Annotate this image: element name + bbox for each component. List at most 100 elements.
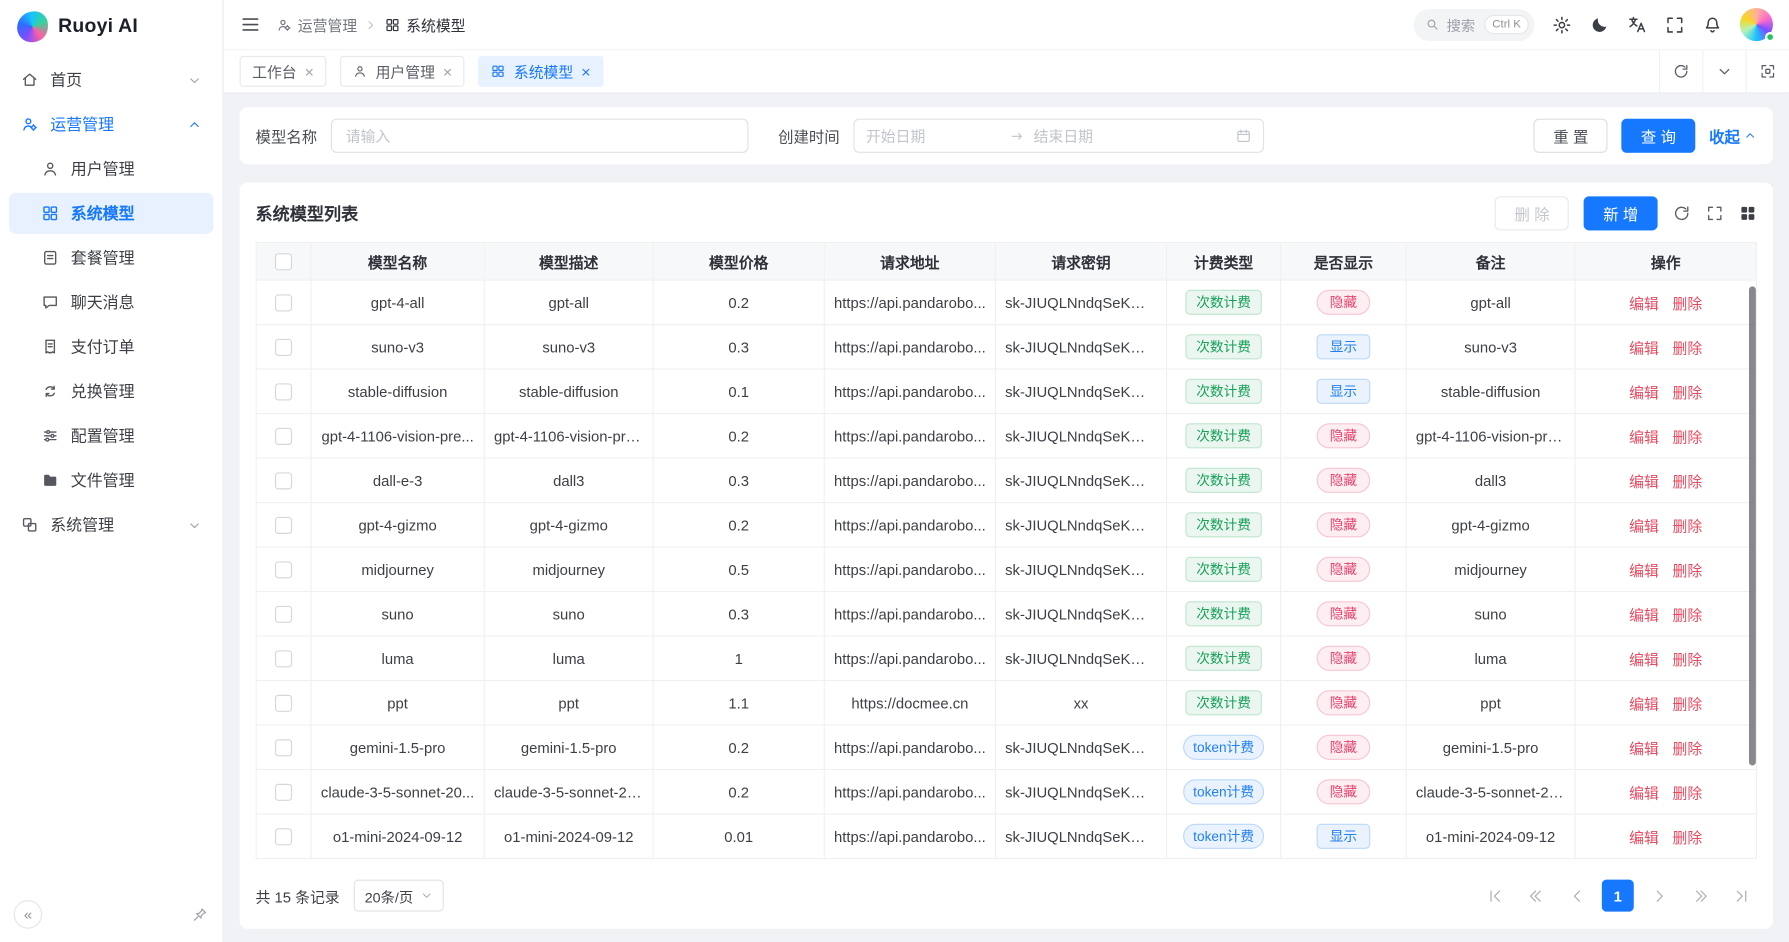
- cell-url: https://api.pandarobo...: [824, 725, 995, 769]
- delete-link[interactable]: 删除: [1673, 384, 1703, 401]
- start-date-input[interactable]: [866, 127, 1001, 144]
- edit-link[interactable]: 编辑: [1629, 651, 1659, 668]
- sidebar-section-system-management[interactable]: 系统管理: [9, 504, 213, 545]
- first-page-button[interactable]: [1479, 880, 1511, 912]
- add-button[interactable]: 新 增: [1584, 196, 1658, 230]
- delete-button[interactable]: 删 除: [1495, 196, 1569, 230]
- tab-menu-button[interactable]: [1702, 50, 1745, 92]
- row-checkbox[interactable]: [275, 561, 292, 578]
- tab-refresh-button[interactable]: [1659, 50, 1702, 92]
- delete-link[interactable]: 删除: [1673, 517, 1703, 534]
- select-all-checkbox[interactable]: [275, 253, 292, 270]
- edit-link[interactable]: 编辑: [1629, 740, 1659, 757]
- row-checkbox[interactable]: [275, 472, 292, 489]
- delete-link[interactable]: 删除: [1673, 695, 1703, 712]
- fast-next-button[interactable]: [1684, 880, 1716, 912]
- fast-prev-button[interactable]: [1520, 880, 1552, 912]
- pin-icon[interactable]: [192, 905, 209, 922]
- row-checkbox[interactable]: [275, 427, 292, 444]
- edit-link[interactable]: 编辑: [1629, 562, 1659, 579]
- sidebar-item-exchange-management[interactable]: 兑换管理: [9, 371, 213, 412]
- delete-link[interactable]: 删除: [1673, 651, 1703, 668]
- cell-url: https://api.pandarobo...: [824, 458, 995, 502]
- delete-link[interactable]: 删除: [1673, 829, 1703, 846]
- row-checkbox[interactable]: [275, 383, 292, 400]
- next-page-button[interactable]: [1643, 880, 1675, 912]
- tab-workbench[interactable]: 工作台×: [240, 56, 327, 87]
- delete-link[interactable]: 删除: [1673, 740, 1703, 757]
- page-number-button[interactable]: 1: [1602, 880, 1634, 912]
- date-range-picker[interactable]: [853, 119, 1264, 153]
- edit-link[interactable]: 编辑: [1629, 339, 1659, 356]
- refresh-icon[interactable]: [1673, 204, 1691, 222]
- sidebar-item-file-management[interactable]: 文件管理: [9, 460, 213, 501]
- row-checkbox[interactable]: [275, 294, 292, 311]
- edit-link[interactable]: 编辑: [1629, 606, 1659, 623]
- delete-link[interactable]: 删除: [1673, 428, 1703, 445]
- model-name-input[interactable]: [331, 119, 749, 153]
- avatar[interactable]: [1740, 8, 1773, 41]
- bell-icon[interactable]: [1702, 14, 1723, 35]
- delete-link[interactable]: 删除: [1673, 562, 1703, 579]
- edit-link[interactable]: 编辑: [1629, 517, 1659, 534]
- row-checkbox[interactable]: [275, 828, 292, 845]
- row-checkbox[interactable]: [275, 650, 292, 667]
- collapse-filter-link[interactable]: 收起: [1709, 124, 1757, 147]
- tab-close-icon[interactable]: ×: [581, 63, 590, 79]
- edit-link[interactable]: 编辑: [1629, 295, 1659, 312]
- row-checkbox[interactable]: [275, 694, 292, 711]
- tab-user-management[interactable]: 用户管理 ×: [340, 56, 465, 87]
- edit-link[interactable]: 编辑: [1629, 829, 1659, 846]
- end-date-input[interactable]: [1034, 127, 1169, 144]
- delete-link[interactable]: 删除: [1673, 606, 1703, 623]
- search-input[interactable]: 搜索 Ctrl K: [1414, 9, 1535, 41]
- row-checkbox[interactable]: [275, 739, 292, 756]
- gear-icon[interactable]: [1552, 14, 1573, 35]
- breadcrumb-item-operations-management[interactable]: 运营管理: [276, 14, 357, 36]
- column-settings-icon[interactable]: [1739, 204, 1757, 222]
- create-time-filter: 创建时间: [778, 119, 1264, 153]
- sidebar-item-system-model[interactable]: 系统模型: [9, 193, 213, 234]
- edit-link[interactable]: 编辑: [1629, 428, 1659, 445]
- hamburger-icon[interactable]: [240, 14, 262, 36]
- row-checkbox[interactable]: [275, 516, 292, 533]
- cell-url: https://api.pandarobo...: [824, 770, 995, 814]
- last-page-button[interactable]: [1725, 880, 1757, 912]
- sidebar-item-package-management[interactable]: 套餐管理: [9, 237, 213, 278]
- row-checkbox[interactable]: [275, 783, 292, 800]
- tab-system-model[interactable]: 系统模型×: [479, 56, 604, 87]
- sidebar-item-config-management[interactable]: 配置管理: [9, 415, 213, 456]
- translate-icon[interactable]: [1627, 14, 1648, 35]
- moon-icon[interactable]: [1589, 14, 1610, 35]
- delete-link[interactable]: 删除: [1673, 295, 1703, 312]
- sidebar-item-user-management[interactable]: 用户管理: [9, 148, 213, 189]
- reset-button[interactable]: 重 置: [1534, 119, 1608, 153]
- tab-close-icon[interactable]: ×: [443, 63, 452, 79]
- expand-icon[interactable]: [1706, 204, 1724, 222]
- delete-link[interactable]: 删除: [1673, 784, 1703, 801]
- sidebar-section-home[interactable]: 首页: [9, 59, 213, 100]
- edit-link[interactable]: 编辑: [1629, 695, 1659, 712]
- row-checkbox[interactable]: [275, 338, 292, 355]
- content-fullscreen-button[interactable]: [1746, 50, 1789, 92]
- edit-link[interactable]: 编辑: [1629, 384, 1659, 401]
- brand[interactable]: Ruoyi AI: [0, 0, 222, 52]
- tab-label: 用户管理: [376, 60, 435, 82]
- prev-page-button[interactable]: [1561, 880, 1593, 912]
- fullscreen-icon[interactable]: [1665, 14, 1686, 35]
- delete-link[interactable]: 删除: [1673, 339, 1703, 356]
- edit-link[interactable]: 编辑: [1629, 473, 1659, 490]
- breadcrumb-item-system-model[interactable]: 系统模型: [385, 14, 466, 36]
- sidebar-section-operations-management[interactable]: 运营管理: [9, 104, 213, 145]
- query-button[interactable]: 查 询: [1621, 119, 1695, 153]
- row-checkbox[interactable]: [275, 605, 292, 622]
- scrollbar-thumb[interactable]: [1749, 286, 1756, 765]
- breadcrumb-label: 运营管理: [298, 14, 357, 36]
- sidebar-collapse-button[interactable]: «: [14, 900, 43, 929]
- edit-link[interactable]: 编辑: [1629, 784, 1659, 801]
- sidebar-item-payment-orders[interactable]: 支付订单: [9, 326, 213, 367]
- delete-link[interactable]: 删除: [1673, 473, 1703, 490]
- page-size-select[interactable]: 20条/页: [353, 880, 444, 912]
- tab-close-icon[interactable]: ×: [305, 63, 314, 79]
- sidebar-item-chat-messages[interactable]: 聊天消息: [9, 282, 213, 323]
